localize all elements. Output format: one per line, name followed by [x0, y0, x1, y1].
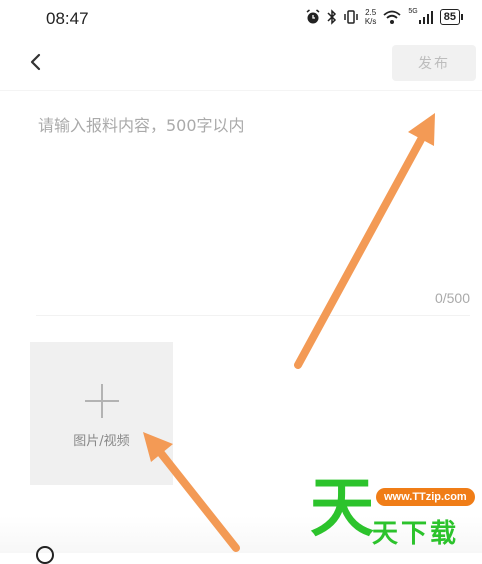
bluetooth-icon: [327, 9, 336, 25]
signal-icon: [418, 11, 433, 24]
char-counter: 0/500: [434, 290, 470, 306]
speed-unit: K/s: [364, 17, 377, 26]
status-time: 08:47: [46, 9, 89, 28]
publish-button[interactable]: 发布: [392, 45, 476, 81]
chevron-left-icon[interactable]: [24, 50, 48, 74]
site-watermark: 天 www.TTzip.com 天下载: [304, 474, 482, 553]
bottom-option-icon[interactable]: [36, 546, 54, 564]
report-content-input[interactable]: [36, 110, 460, 294]
speed-value: 2.5: [365, 8, 377, 17]
watermark-url: www.TTzip.com: [376, 488, 475, 506]
plus-icon: [85, 384, 119, 418]
add-media-button[interactable]: 图片/视频: [30, 342, 173, 485]
status-bar: 08:47 2.5 K/s 5G 85: [0, 0, 482, 38]
watermark-logo-char: 天: [310, 472, 374, 546]
vibrate-icon: [344, 10, 358, 24]
network-type: 5G: [408, 7, 418, 15]
input-divider: [36, 315, 470, 316]
status-icons: 2.5 K/s 5G 85: [305, 7, 464, 26]
watermark-text: 天下载: [372, 519, 460, 549]
alarm-icon: [306, 9, 320, 24]
battery-icon: 85: [439, 9, 464, 25]
wifi-icon: [383, 10, 401, 24]
header-divider: [0, 90, 482, 91]
add-media-label: 图片/视频: [73, 434, 130, 449]
network-speed: 2.5 K/s: [365, 8, 377, 26]
